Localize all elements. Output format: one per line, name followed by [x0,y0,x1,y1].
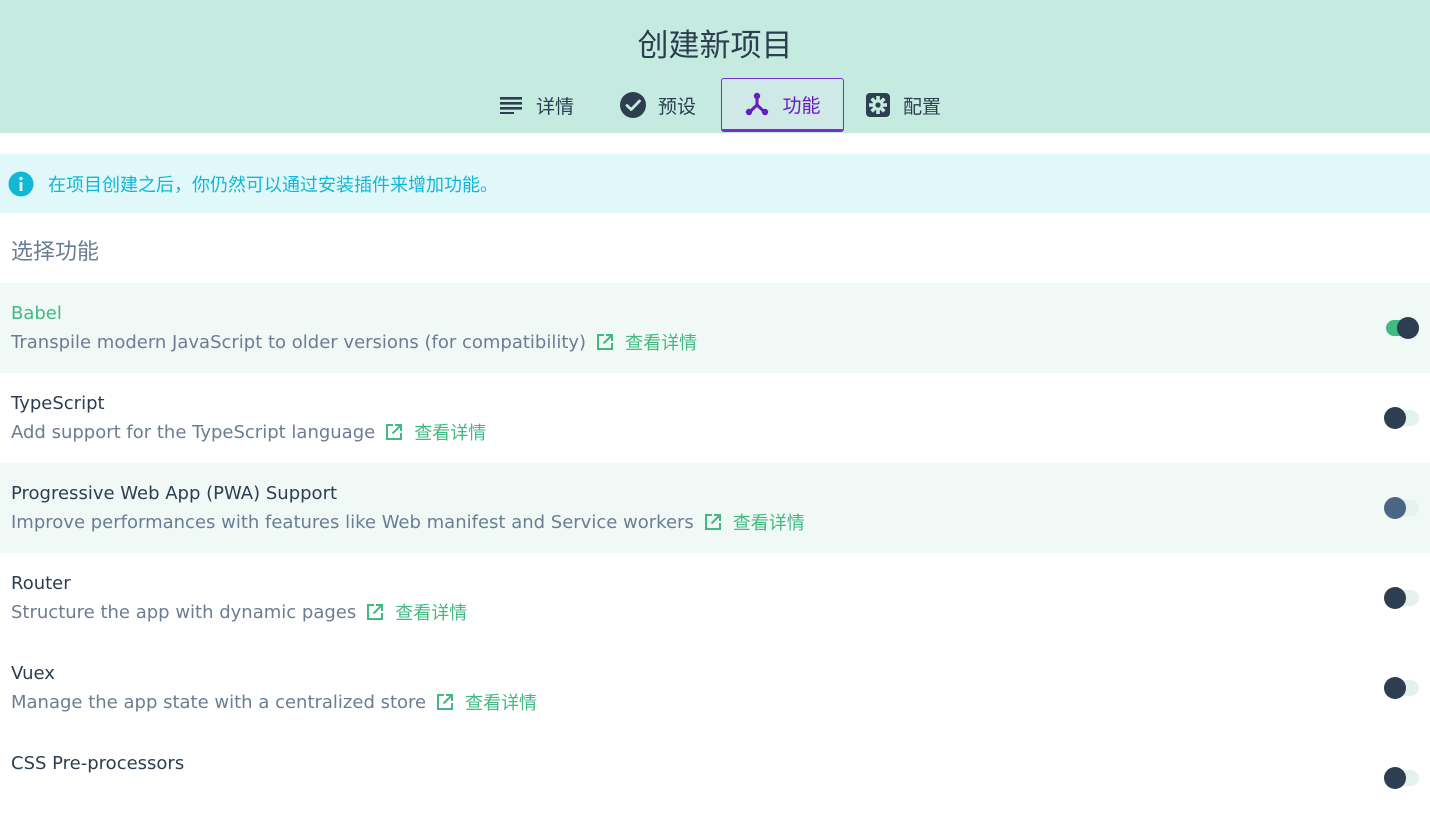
fork-icon [744,91,770,117]
feature-name: Babel [11,303,62,324]
info-text: 在项目创建之后，你仍然可以通过安装插件来增加功能。 [48,174,498,196]
tab-label: 功能 [782,94,821,117]
info-banner: 在项目创建之后，你仍然可以通过安装插件来增加功能。 [0,154,1430,213]
gear-icon [865,92,891,118]
tab-bar: 详情 预设 功能 配置 [0,78,1430,132]
feature-description: Transpile modern JavaScript to older ver… [11,329,697,355]
header: 创建新项目 详情 预设 功能 配置 [0,0,1430,133]
feature-description: Improve performances with features like … [11,509,805,535]
toggle-knob [1384,407,1406,429]
feature-row[interactable]: CSS Pre-processors [0,733,1430,823]
check-circle-icon [620,92,646,118]
more-info-link[interactable]: 查看详情 [625,329,697,355]
feature-name: Router [11,573,71,594]
external-link-icon[interactable] [703,512,723,532]
more-info-link[interactable]: 查看详情 [395,599,467,625]
feature-row[interactable]: Vuex Manage the app state with a centrali… [0,643,1430,733]
toggle-knob [1384,497,1406,519]
toggle-knob [1397,317,1419,339]
feature-toggle[interactable] [1384,767,1419,789]
feature-toggle[interactable] [1384,407,1419,429]
page-title: 创建新项目 [637,28,793,64]
feature-toggle[interactable] [1384,317,1419,339]
tab-label: 配置 [903,95,942,118]
feature-row[interactable]: Progressive Web App (PWA) Support Improve… [0,463,1430,553]
section-title: 选择功能 [11,240,100,265]
feature-description: Manage the app state with a centralized … [11,689,537,715]
external-link-icon[interactable] [384,422,404,442]
feature-row[interactable]: Babel Transpile modern JavaScript to olde… [0,283,1430,373]
more-info-link[interactable]: 查看详情 [733,509,805,535]
external-link-icon[interactable] [435,692,455,712]
external-link-icon[interactable] [365,602,385,622]
feature-toggle[interactable] [1384,677,1419,699]
feature-description-text: Add support for the TypeScript language [11,421,376,443]
feature-toggle[interactable] [1384,497,1419,519]
list-icon [498,92,524,118]
toggle-knob [1384,677,1406,699]
more-info-link[interactable]: 查看详情 [414,419,486,445]
tab-features[interactable]: 功能 [721,78,844,132]
feature-description-text: Transpile modern JavaScript to older ver… [11,331,587,353]
feature-description-text: Improve performances with features like … [11,511,694,533]
feature-description-text: Manage the app state with a centralized … [11,691,427,713]
feature-name: Vuex [11,663,55,684]
tab-presets[interactable]: 预设 [620,78,696,132]
feature-toggle[interactable] [1384,587,1419,609]
feature-row[interactable]: Router Structure the app with dynamic pag… [0,553,1430,643]
more-info-link[interactable]: 查看详情 [465,689,537,715]
tab-config[interactable]: 配置 [865,78,941,132]
feature-name: TypeScript [11,393,105,414]
tab-details[interactable]: 详情 [498,78,574,132]
toggle-knob [1384,767,1406,789]
feature-description-text: Structure the app with dynamic pages [11,601,357,623]
tab-label: 预设 [658,95,697,118]
tab-label: 详情 [536,95,575,118]
feature-name: Progressive Web App (PWA) Support [11,483,338,504]
feature-row[interactable]: TypeScript Add support for the TypeScript… [0,373,1430,463]
feature-description: Structure the app with dynamic pages 查看详情 [11,599,467,625]
external-link-icon[interactable] [595,332,615,352]
toggle-knob [1384,587,1406,609]
feature-name: CSS Pre-processors [11,753,185,774]
feature-description: Add support for the TypeScript language 查… [11,419,486,445]
info-icon [8,171,34,197]
